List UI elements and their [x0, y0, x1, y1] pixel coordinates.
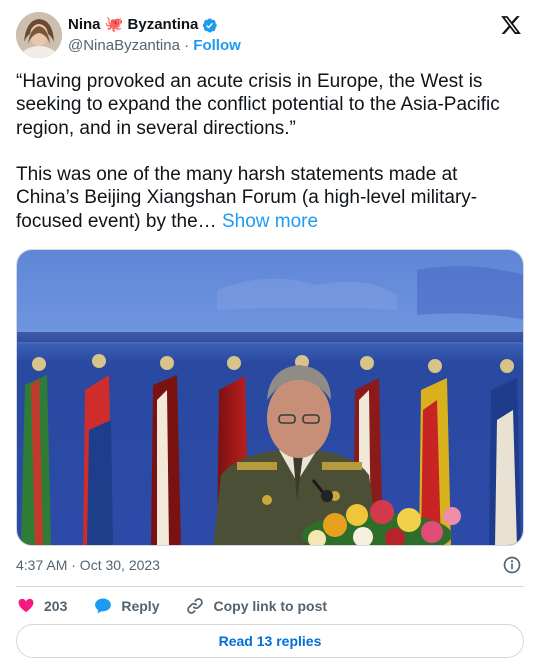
follow-button[interactable]: Follow [193, 37, 241, 54]
reply-label: Reply [121, 598, 160, 614]
link-icon [187, 598, 204, 614]
tweet-body: “Having provoked an acute crisis in Euro… [16, 71, 500, 232]
tweet-photo[interactable] [16, 249, 524, 546]
separator: · [179, 37, 194, 54]
x-logo-icon[interactable] [500, 14, 522, 36]
reply-bubble-icon [95, 598, 112, 614]
tweet-text: “Having provoked an acute crisis in Euro… [16, 70, 524, 233]
like-count: 203 [44, 598, 68, 614]
author-names: Nina 🐙 Byzantina @NinaByzantina · Follow [68, 16, 241, 56]
verified-badge-icon [203, 18, 218, 32]
copy-link-label: Copy link to post [213, 598, 328, 614]
copy-link-button[interactable]: Copy link to post [185, 596, 327, 616]
divider [16, 586, 524, 587]
handle-row: @NinaByzantina · Follow [68, 36, 241, 56]
tweet-card: Nina 🐙 Byzantina @NinaByzantina · Follow… [0, 0, 540, 672]
display-name-row[interactable]: Nina 🐙 Byzantina [68, 16, 241, 34]
action-bar: 203 Reply Copy link to post [16, 594, 524, 618]
like-button[interactable]: 203 [16, 596, 67, 616]
meta-row: 4:37 AM · Oct 30, 2023 [16, 555, 524, 575]
handle[interactable]: @NinaByzantina [68, 37, 180, 54]
info-icon[interactable] [502, 555, 522, 575]
reply-button[interactable]: Reply [93, 596, 159, 616]
avatar[interactable] [16, 12, 62, 58]
show-more-link[interactable]: Show more [222, 211, 318, 232]
heart-icon [18, 598, 34, 613]
read-replies-button[interactable]: Read 13 replies [16, 624, 524, 658]
tweet-header: Nina 🐙 Byzantina @NinaByzantina · Follow [16, 12, 524, 60]
timestamp[interactable]: 4:37 AM · Oct 30, 2023 [16, 557, 160, 573]
display-name[interactable]: Nina 🐙 Byzantina [68, 16, 198, 34]
